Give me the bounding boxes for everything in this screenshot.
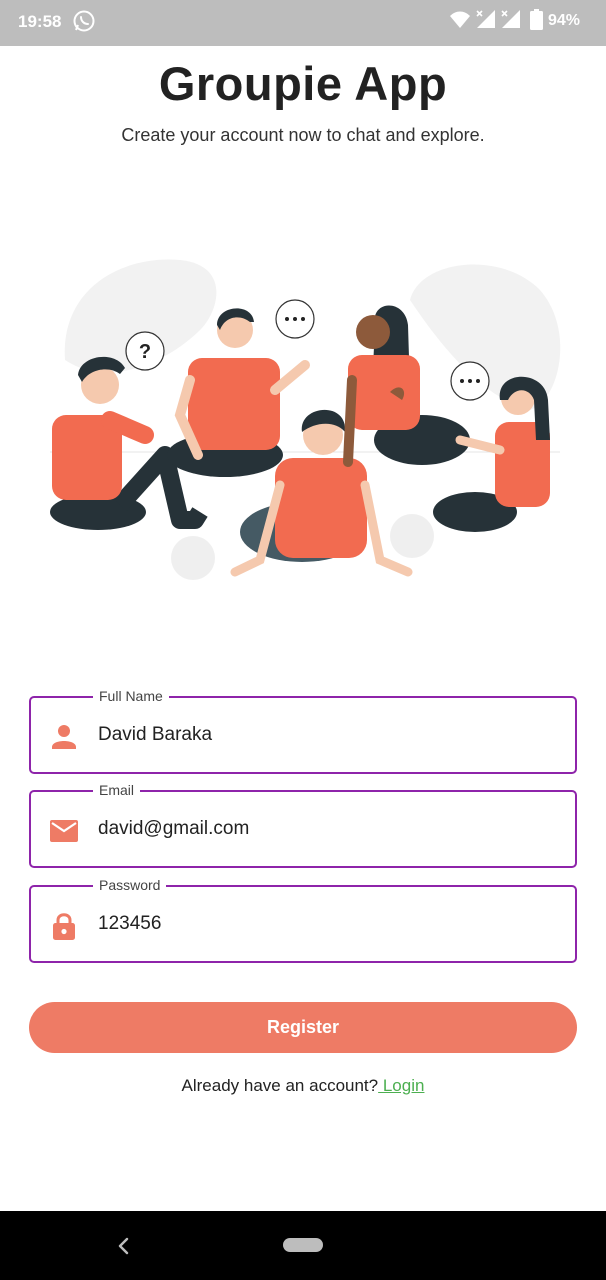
password-input[interactable]: 123456 (98, 913, 161, 935)
full-name-label: Full Name (93, 688, 169, 704)
login-prompt-row: Already have an account? Login (0, 1076, 606, 1096)
login-link[interactable]: Login (378, 1076, 425, 1095)
svg-text:?: ? (139, 341, 151, 363)
login-prompt-text: Already have an account? (181, 1076, 379, 1095)
full-name-input[interactable]: David Baraka (98, 724, 212, 746)
back-icon[interactable] (114, 1236, 134, 1256)
email-input[interactable]: david@gmail.com (98, 818, 249, 840)
group-chat-illustration: ? (50, 259, 561, 580)
home-pill[interactable] (283, 1238, 323, 1252)
page-title: Groupie App (158, 57, 448, 110)
signal-icon (501, 10, 520, 28)
status-time: 19:58 (18, 12, 62, 31)
password-label: Password (93, 877, 167, 893)
status-bar: 19:58 94% (0, 0, 606, 46)
whatsapp-icon (73, 10, 95, 32)
lock-icon (53, 913, 75, 940)
battery-icon (530, 9, 543, 30)
wifi-icon (450, 11, 470, 28)
full-name-field[interactable]: Full Name David Baraka (29, 688, 577, 774)
email-label: Email (93, 782, 141, 798)
email-field[interactable]: Email david@gmail.com (29, 782, 577, 868)
password-field[interactable]: Password 123456 (29, 877, 577, 963)
register-button[interactable]: Register (29, 1002, 577, 1053)
mail-icon (50, 820, 78, 842)
person-icon (52, 725, 76, 749)
battery-percent: 94% (548, 12, 581, 29)
page-subtitle: Create your account now to chat and expl… (121, 125, 485, 145)
signal-icon (476, 10, 495, 28)
navigation-bar (0, 1211, 606, 1280)
